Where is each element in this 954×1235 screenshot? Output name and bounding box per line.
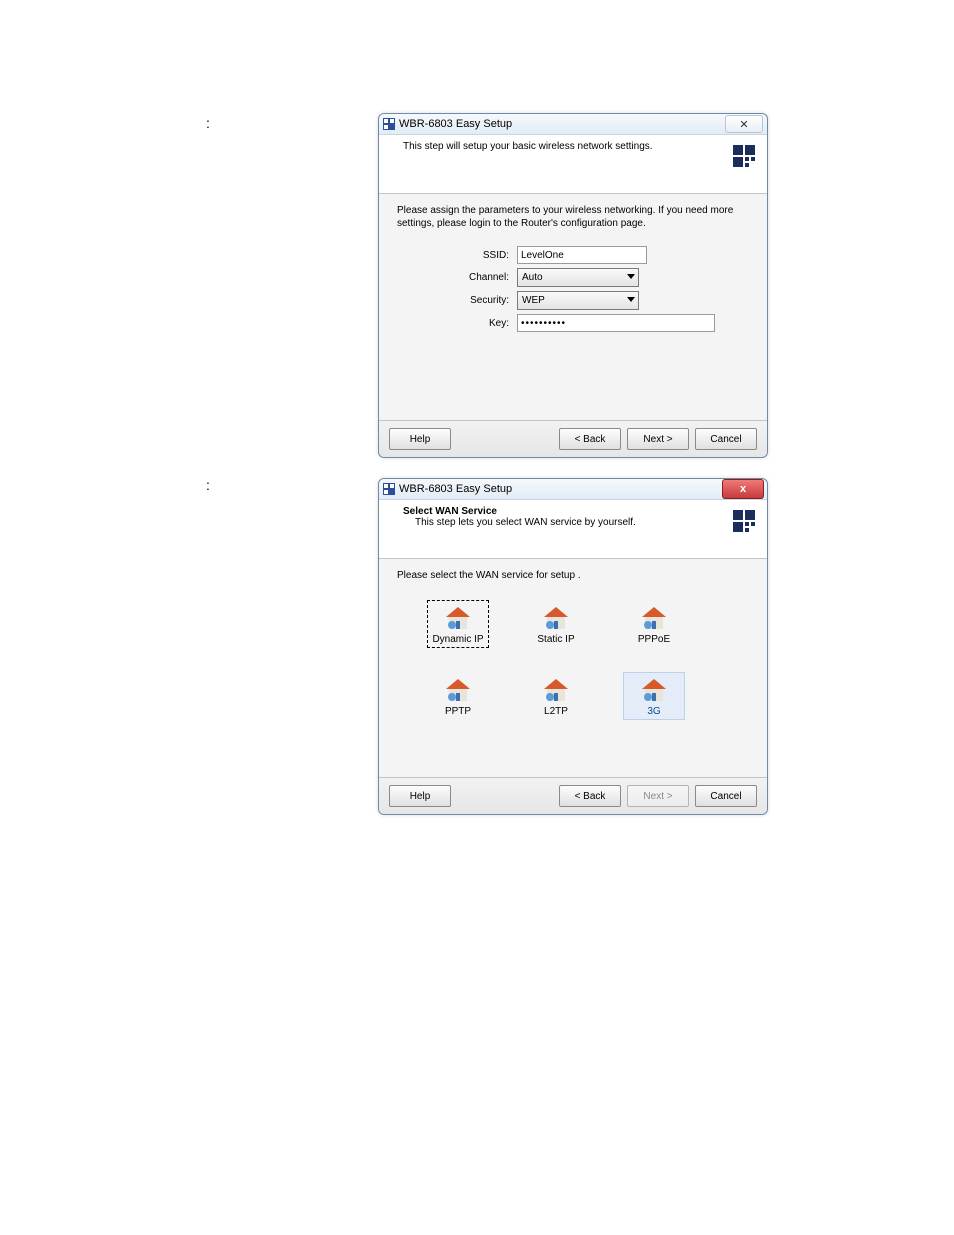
channel-select[interactable]: Auto — [517, 268, 639, 287]
house-icon — [444, 605, 472, 631]
brand-logo-icon — [733, 510, 755, 532]
house-icon — [542, 677, 570, 703]
header-subtext: This step lets you select WAN service by… — [403, 517, 757, 528]
help-button[interactable]: Help — [389, 428, 451, 450]
key-input[interactable] — [517, 314, 715, 332]
channel-value: Auto — [522, 272, 543, 283]
service-static-ip[interactable]: Static IP — [525, 600, 587, 648]
next-button: Next > — [627, 785, 689, 807]
page: : : WBR-6803 Easy Setup ✕ This step will… — [0, 0, 954, 1235]
channel-row: Channel: Auto — [397, 268, 749, 287]
service-label: L2TP — [544, 706, 568, 717]
help-button[interactable]: Help — [389, 785, 451, 807]
titlebar: WBR-6803 Easy Setup ✕ — [379, 114, 767, 135]
ssid-row: SSID: — [397, 246, 749, 264]
header-subtext: This step will setup your basic wireless… — [403, 141, 757, 152]
footer: Help < Back Next > Cancel — [379, 777, 767, 814]
security-value: WEP — [522, 295, 545, 306]
header-band: Select WAN Service This step lets you se… — [379, 500, 767, 559]
footer: Help < Back Next > Cancel — [379, 420, 767, 457]
key-row: Key: — [397, 314, 749, 332]
ssid-label: SSID: — [397, 250, 517, 261]
colon-marker-a: : — [206, 118, 210, 128]
cancel-button[interactable]: Cancel — [695, 785, 757, 807]
colon-marker-b: : — [206, 480, 210, 490]
close-button[interactable]: x — [722, 479, 764, 499]
ssid-input[interactable] — [517, 246, 647, 264]
close-button[interactable]: ✕ — [725, 115, 763, 133]
titlebar: WBR-6803 Easy Setup x — [379, 479, 767, 500]
house-icon — [542, 605, 570, 631]
house-icon — [640, 677, 668, 703]
service-label: PPPoE — [638, 634, 670, 645]
next-button[interactable]: Next > — [627, 428, 689, 450]
service-3g[interactable]: 3G — [623, 672, 685, 720]
channel-label: Channel: — [397, 272, 517, 283]
app-icon — [383, 483, 395, 495]
wan-service-window: WBR-6803 Easy Setup x Select WAN Service… — [378, 478, 768, 815]
security-row: Security: WEP — [397, 291, 749, 310]
service-label: 3G — [647, 706, 660, 717]
house-icon — [444, 677, 472, 703]
back-button[interactable]: < Back — [559, 785, 621, 807]
header-bold: Select WAN Service — [403, 506, 757, 517]
back-button[interactable]: < Back — [559, 428, 621, 450]
cancel-button[interactable]: Cancel — [695, 428, 757, 450]
service-grid: Dynamic IP Static IP PPPoE PPTP L2TP — [397, 592, 749, 728]
window-title: WBR-6803 Easy Setup — [399, 483, 512, 495]
close-icon: x — [740, 483, 746, 495]
house-icon — [640, 605, 668, 631]
service-label: Dynamic IP — [432, 634, 483, 645]
service-pppoe[interactable]: PPPoE — [623, 600, 685, 648]
close-icon: ✕ — [739, 118, 748, 131]
service-label: Static IP — [537, 634, 574, 645]
header-band: This step will setup your basic wireless… — [379, 135, 767, 194]
body-area: Please assign the parameters to your wir… — [379, 194, 767, 430]
body-area: Please select the WAN service for setup … — [379, 559, 767, 787]
security-label: Security: — [397, 295, 517, 306]
wireless-settings-window: WBR-6803 Easy Setup ✕ This step will set… — [378, 113, 768, 458]
brand-logo-icon — [733, 145, 755, 167]
key-label: Key: — [397, 318, 517, 329]
window-title: WBR-6803 Easy Setup — [399, 118, 512, 130]
service-pptp[interactable]: PPTP — [427, 672, 489, 720]
service-l2tp[interactable]: L2TP — [525, 672, 587, 720]
security-select[interactable]: WEP — [517, 291, 639, 310]
service-label: PPTP — [445, 706, 471, 717]
instruction-text: Please select the WAN service for setup … — [397, 569, 749, 582]
app-icon — [383, 118, 395, 130]
instruction-text: Please assign the parameters to your wir… — [397, 204, 749, 230]
service-dynamic-ip[interactable]: Dynamic IP — [427, 600, 489, 648]
